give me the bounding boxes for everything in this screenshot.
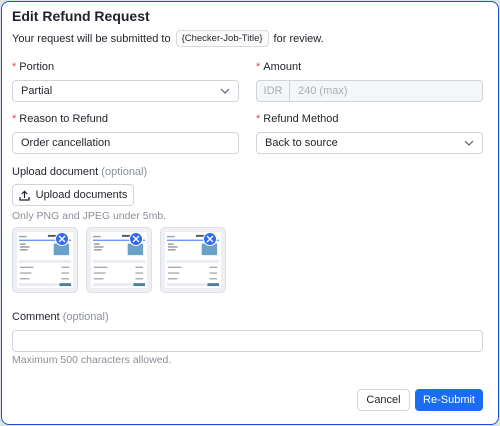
close-icon: [58, 235, 66, 243]
method-label-text: Refund Method: [263, 113, 339, 125]
subtitle-prefix: Your request will be submitted to: [12, 32, 171, 45]
optional-tag: (optional): [62, 311, 109, 323]
reason-label: * Reason to Refund: [12, 113, 108, 125]
document-thumbnail[interactable]: [86, 227, 152, 293]
upload-label: Upload document (optional): [12, 166, 147, 178]
required-mark: *: [12, 61, 17, 73]
refund-method-select[interactable]: Back to source: [256, 132, 483, 154]
subtitle-suffix: for review.: [273, 32, 324, 45]
comment-input[interactable]: [12, 330, 483, 352]
reason-value: Order cancellation: [21, 137, 111, 149]
upload-hint: Only PNG and JPEG under 5mb.: [12, 210, 167, 222]
reason-label-text: Reason to Refund: [19, 113, 108, 125]
upload-label-text: Upload document: [12, 166, 99, 178]
portion-select[interactable]: Partial: [12, 80, 239, 102]
upload-button-label: Upload documents: [35, 189, 128, 201]
portion-label: * Portion: [12, 61, 54, 73]
close-icon: [206, 235, 214, 243]
portion-label-text: Portion: [19, 61, 55, 73]
required-mark: *: [256, 113, 261, 125]
method-value: Back to source: [265, 137, 338, 149]
remove-thumbnail-button[interactable]: [129, 232, 143, 246]
currency-prefix: IDR: [257, 81, 290, 101]
edit-refund-dialog: Edit Refund Request Your request will be…: [1, 1, 499, 425]
dialog-subtitle: Your request will be submitted to {Check…: [12, 30, 324, 47]
method-label: * Refund Method: [256, 113, 339, 125]
checker-job-title-chip: {Checker-Job-Title}: [175, 30, 269, 47]
comment-label: Comment (optional): [12, 311, 109, 323]
resubmit-button[interactable]: Re-Submit: [415, 389, 483, 411]
amount-label-text: Amount: [263, 61, 302, 73]
document-thumbnail[interactable]: [160, 227, 226, 293]
document-thumbnail[interactable]: [12, 227, 78, 293]
required-mark: *: [256, 61, 261, 73]
comment-hint: Maximum 500 characters allowed.: [12, 354, 172, 366]
required-mark: *: [12, 113, 17, 125]
amount-label: * Amount: [256, 61, 301, 73]
amount-input[interactable]: IDR 240 (max): [256, 80, 483, 102]
reason-input[interactable]: Order cancellation: [12, 132, 239, 154]
upload-documents-button[interactable]: Upload documents: [12, 184, 134, 206]
remove-thumbnail-button[interactable]: [55, 232, 69, 246]
upload-icon: [19, 189, 30, 201]
chevron-down-icon: [464, 140, 474, 146]
remove-thumbnail-button[interactable]: [203, 232, 217, 246]
optional-tag: (optional): [101, 166, 148, 178]
cancel-button[interactable]: Cancel: [357, 389, 410, 411]
portion-value: Partial: [21, 85, 53, 97]
close-icon: [132, 235, 140, 243]
chevron-down-icon: [220, 88, 230, 94]
amount-placeholder: 240 (max): [298, 85, 348, 97]
dialog-title: Edit Refund Request: [12, 8, 150, 24]
comment-label-text: Comment: [12, 311, 60, 323]
